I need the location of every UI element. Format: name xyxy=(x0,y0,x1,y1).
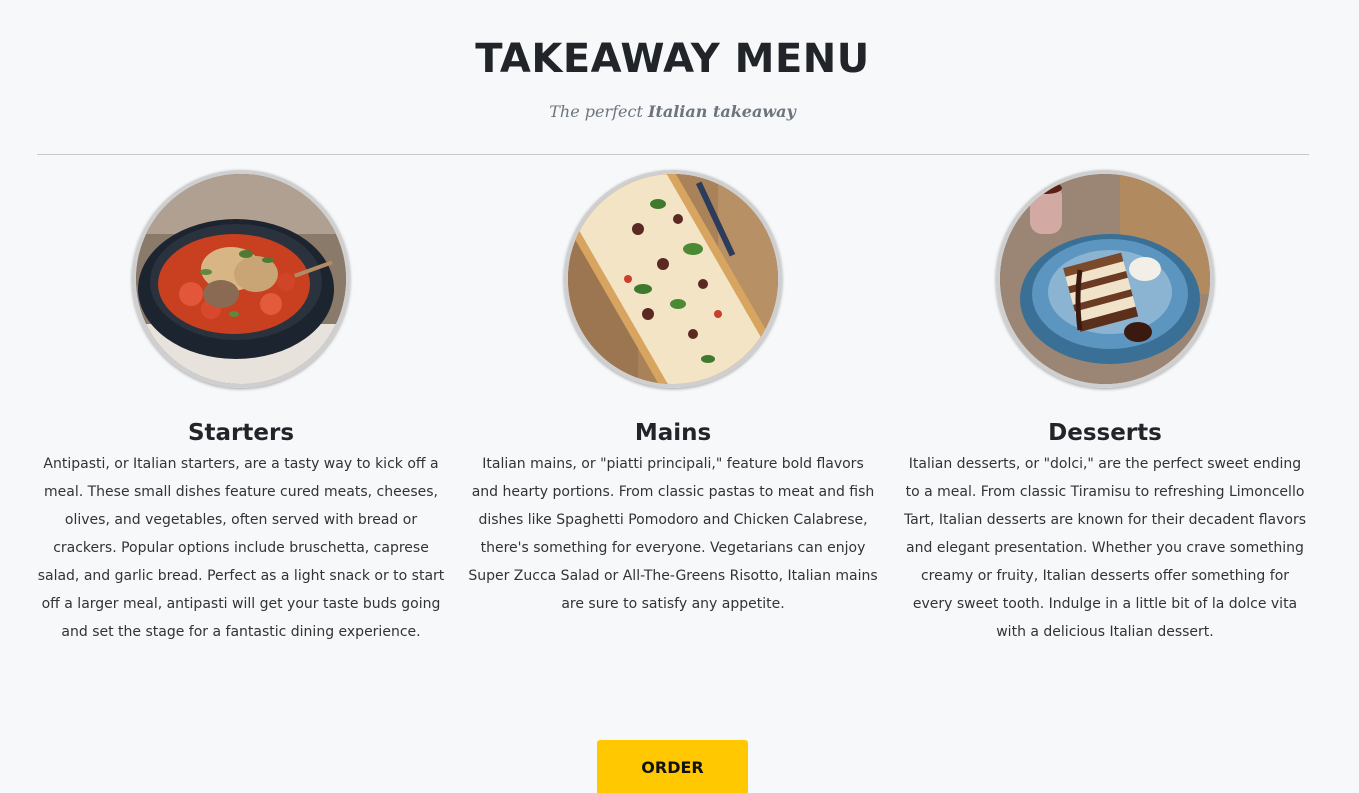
flatbread-pizza-image xyxy=(564,170,782,388)
subtitle-emphasis: Italian takeaway xyxy=(647,102,796,121)
section-description: Antipasti, or Italian starters, are a ta… xyxy=(37,456,445,640)
section-title: Starters xyxy=(187,420,295,446)
order-button[interactable]: ORDER xyxy=(597,740,748,793)
subtitle-prefix: The perfect xyxy=(549,102,648,121)
tiramisu-image xyxy=(996,170,1214,388)
section-title: Mains xyxy=(634,420,712,446)
page-subtitle: The perfect Italian takeaway xyxy=(0,102,1345,121)
gnocchi-bowl-image xyxy=(132,170,350,388)
section-description: Italian mains, or "piatti principali," f… xyxy=(468,456,878,612)
menu-section-starters: Starters Antipasti, or Italian starters,… xyxy=(36,168,446,646)
header-divider xyxy=(37,154,1309,155)
section-title: Desserts xyxy=(1048,420,1162,446)
menu-section-desserts: Desserts Italian desserts, or "dolci," a… xyxy=(900,168,1310,646)
takeaway-menu-page: TAKEAWAY MENU The perfect Italian takeaw… xyxy=(0,0,1359,793)
page-title: TAKEAWAY MENU xyxy=(475,36,870,82)
section-description: Italian desserts, or "dolci," are the pe… xyxy=(903,456,1307,640)
menu-section-mains: Mains Italian mains, or "piatti principa… xyxy=(468,168,878,618)
